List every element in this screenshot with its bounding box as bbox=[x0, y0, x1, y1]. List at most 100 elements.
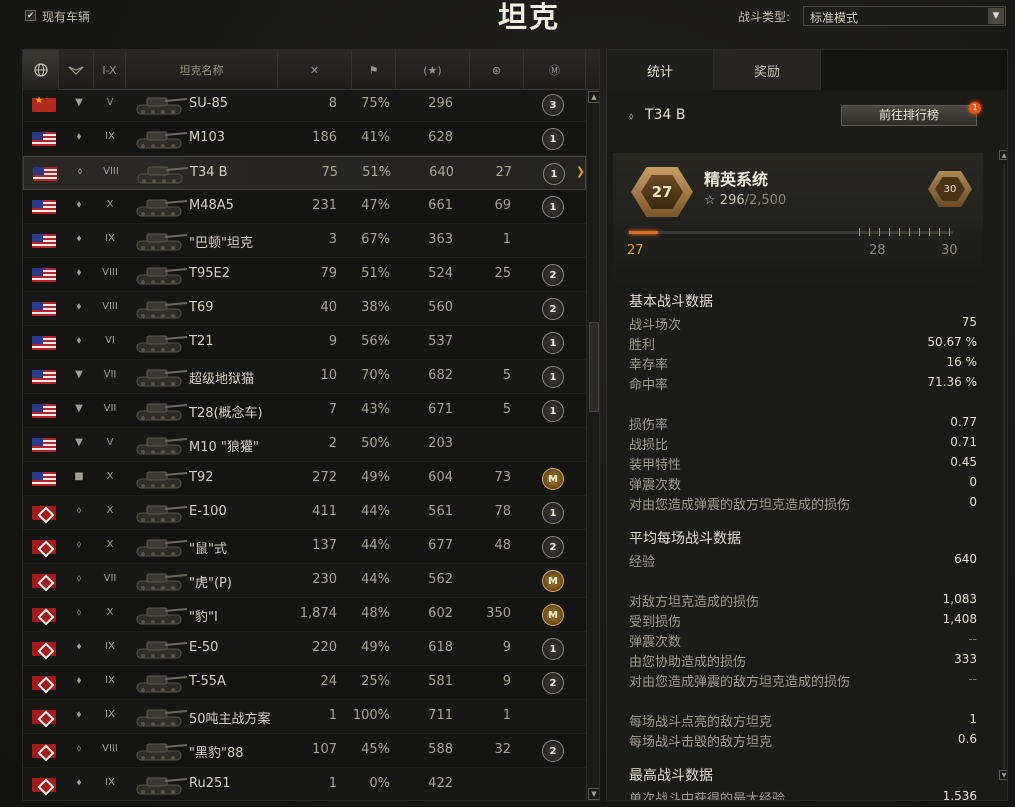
stat-value: 0.77 bbox=[950, 415, 977, 429]
average-xp: 661 bbox=[428, 198, 453, 213]
tab-statistics[interactable]: 统计 bbox=[607, 50, 714, 90]
stat-label: 受到损伤 bbox=[629, 615, 682, 630]
mastery-badge-icon: 3 bbox=[542, 94, 564, 116]
table-row[interactable]: ■ X T92 272 49% 604 73 M bbox=[23, 462, 586, 496]
battles-count: 230 bbox=[312, 572, 337, 587]
table-row[interactable]: ⬧ X M48A5 231 47% 661 69 1 bbox=[23, 190, 586, 224]
average-xp: 296 bbox=[428, 96, 453, 111]
stat-value: 75 bbox=[961, 315, 977, 329]
tank-name: Ru251 bbox=[189, 776, 231, 791]
stat-label: 命中率 bbox=[629, 378, 669, 393]
check-icon: ✔ bbox=[26, 10, 35, 21]
tier-label: VI bbox=[105, 335, 115, 346]
tank-statistics-screen: { "header": { "owned_filter_label": "现有车… bbox=[0, 0, 1015, 807]
battles-count: 8 bbox=[328, 96, 337, 111]
sort-class-button[interactable] bbox=[59, 50, 94, 90]
table-row[interactable]: ▼ V SU-85 8 75% 296 3 bbox=[23, 90, 586, 122]
list-scrollbar[interactable]: ▲ ▼ bbox=[586, 90, 599, 800]
win-rate: 70% bbox=[361, 368, 390, 383]
win-rate: 49% bbox=[361, 470, 390, 485]
table-row[interactable]: ▼ V M10 "狼獾" 2 50% 203 bbox=[23, 428, 586, 462]
tank-name: T69 bbox=[189, 300, 214, 315]
next-elite-value: 30 bbox=[935, 177, 965, 201]
table-row[interactable]: ⬨ VIII "黑豹"88 107 45% 588 32 2 bbox=[23, 734, 586, 768]
scroll-up-icon[interactable]: ▲ bbox=[588, 91, 599, 103]
sort-mastery-button[interactable]: Ⓜ bbox=[524, 50, 586, 90]
average-xp: 628 bbox=[428, 130, 453, 145]
tier-label: VII bbox=[103, 573, 117, 584]
stat-label: 经验 bbox=[629, 555, 656, 570]
average-xp: 604 bbox=[428, 470, 453, 485]
win-rate: 48% bbox=[361, 606, 390, 621]
sort-nation-button[interactable] bbox=[23, 50, 59, 90]
tier-label: VIII bbox=[102, 301, 118, 312]
elite-xp-progress: ☆ 296/2,500 bbox=[704, 193, 786, 208]
table-row[interactable]: ▼ VII 超级地狱猫 10 70% 682 5 1 bbox=[23, 360, 586, 394]
detail-scrollbar[interactable]: ▲ ▼ bbox=[999, 150, 1007, 785]
flag-icon: ⚑ bbox=[368, 63, 379, 77]
win-rate: 49% bbox=[361, 640, 390, 655]
stat-value: 0.71 bbox=[950, 435, 977, 449]
table-row[interactable]: ⬧ IX 50吨主战方案 1 100% 711 1 bbox=[23, 700, 586, 734]
battles-count: 7 bbox=[328, 402, 337, 417]
scroll-track[interactable] bbox=[1003, 164, 1005, 770]
chevron-right-icon: ❯ bbox=[575, 165, 585, 178]
sort-xp-button[interactable]: (★) bbox=[396, 50, 470, 90]
scroll-down-icon[interactable]: ▼ bbox=[588, 788, 599, 800]
heavy-tank-class-icon: ⬨ bbox=[629, 111, 634, 122]
table-row[interactable]: ⬧ IX T-55A 24 25% 581 9 2 bbox=[23, 666, 586, 700]
nation-flag-usa bbox=[32, 370, 56, 384]
battle-type-value: 标准模式 bbox=[810, 11, 859, 25]
table-row[interactable]: ⬧ IX "巴顿"坦克 3 67% 363 1 bbox=[23, 224, 586, 258]
gun-marks-value: 73 bbox=[494, 470, 511, 485]
sort-marks-button[interactable]: ⊛ bbox=[470, 50, 524, 90]
owned-vehicles-label[interactable]: 现有车辆 bbox=[42, 8, 90, 25]
nation-flag-usa bbox=[32, 438, 56, 452]
sort-name-button[interactable]: 坦克名称 bbox=[126, 50, 278, 90]
table-row[interactable]: ⬨ VIII T34 B 75 51% 640 27 1 ❯ bbox=[23, 156, 586, 190]
win-rate: 50% bbox=[361, 436, 390, 451]
mastery-badge-icon: 2 bbox=[542, 672, 564, 694]
table-row[interactable]: ⬧ IX Ru251 1 0% 422 bbox=[23, 768, 586, 800]
tab-awards[interactable]: 奖励 bbox=[714, 50, 821, 90]
top-bar: ✔ 现有车辆 坦克 战斗类型: 标准模式 ▼ bbox=[0, 0, 1015, 44]
battles-count: 137 bbox=[312, 538, 337, 553]
stat-label: 每场战斗击毁的敌方坦克 bbox=[629, 735, 773, 750]
stat-value: 0 bbox=[969, 475, 977, 489]
scroll-down-icon[interactable]: ▼ bbox=[999, 770, 1007, 780]
table-row[interactable]: ▼ VII T28(概念车) 7 43% 671 5 1 bbox=[23, 394, 586, 428]
table-row[interactable]: ⬧ VIII T95E2 79 51% 524 25 2 bbox=[23, 258, 586, 292]
tank-name: SU-85 bbox=[189, 96, 228, 111]
table-row[interactable]: ⬨ X E-100 411 44% 561 78 1 bbox=[23, 496, 586, 530]
tank-silhouette-icon bbox=[136, 301, 188, 319]
tank-name: "鼠"式 bbox=[189, 542, 227, 557]
owned-vehicles-checkbox[interactable]: ✔ bbox=[25, 10, 36, 21]
tier-label: IX bbox=[105, 233, 115, 244]
tank-silhouette-icon bbox=[136, 199, 188, 217]
table-row[interactable]: ⬧ VI T21 9 56% 537 1 bbox=[23, 326, 586, 360]
scroll-thumb[interactable] bbox=[589, 322, 599, 412]
stat-label: 由您协助造成的损伤 bbox=[629, 655, 747, 670]
table-row[interactable]: ⬧ IX M103 186 41% 628 1 bbox=[23, 122, 586, 156]
average-xp: 671 bbox=[428, 402, 453, 417]
nation-flag-usa bbox=[32, 234, 56, 248]
battles-count: 24 bbox=[320, 674, 337, 689]
tank-silhouette-icon bbox=[136, 97, 188, 115]
tank-silhouette-icon bbox=[136, 641, 188, 659]
sort-tier-button[interactable]: I-X bbox=[94, 50, 126, 90]
sort-battles-button[interactable]: ✕ bbox=[278, 50, 352, 90]
scroll-up-icon[interactable]: ▲ bbox=[999, 150, 1007, 160]
mastery-badge-icon: 1 bbox=[542, 502, 564, 524]
chevron-down-icon[interactable]: ▼ bbox=[988, 8, 1004, 24]
table-row[interactable]: ⬨ X "鼠"式 137 44% 677 48 2 bbox=[23, 530, 586, 564]
table-row[interactable]: ⬨ VII "虎"(P) 230 44% 562 M bbox=[23, 564, 586, 598]
table-row[interactable]: ⬧ IX E-50 220 49% 618 9 1 bbox=[23, 632, 586, 666]
sort-wins-button[interactable]: ⚑ bbox=[352, 50, 396, 90]
mastery-badge-icon: M bbox=[542, 570, 564, 592]
mastery-badge-icon: 1 bbox=[542, 332, 564, 354]
battle-type-select[interactable]: 标准模式 ▼ bbox=[803, 6, 1006, 26]
go-to-leaderboard-button[interactable]: 前往排行榜 bbox=[841, 105, 977, 126]
tank-name: T21 bbox=[189, 334, 214, 349]
table-row[interactable]: ⬧ VIII T69 40 38% 560 2 bbox=[23, 292, 586, 326]
table-row[interactable]: ⬨ X "豹"I 1,874 48% 602 350 M bbox=[23, 598, 586, 632]
